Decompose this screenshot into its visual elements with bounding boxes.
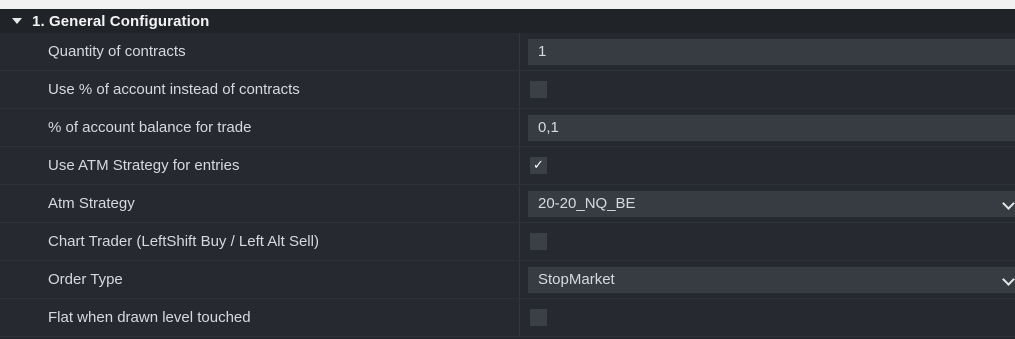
- column-divider: [519, 185, 520, 222]
- column-divider: [519, 147, 520, 184]
- label-percent-of-account-balance: % of account balance for trade: [48, 119, 252, 136]
- property-grid: Quantity of contracts 1 Use % of account…: [0, 33, 1015, 337]
- row-flat-when-level-touched: Flat when drawn level touched: [0, 299, 1015, 337]
- column-divider: [519, 109, 520, 146]
- row-order-type: Order Type StopMarket: [0, 261, 1015, 299]
- atm-strategy-selected-value: 20-20_NQ_BE: [538, 195, 636, 212]
- row-percent-of-account-balance: % of account balance for trade 0,1: [0, 109, 1015, 147]
- column-divider: [519, 261, 520, 298]
- quantity-of-contracts-input[interactable]: 1: [528, 39, 1015, 65]
- checkmark-icon: ✓: [533, 158, 544, 173]
- row-use-percent-of-account: Use % of account instead of contracts: [0, 71, 1015, 109]
- section-title: 1. General Configuration: [32, 12, 210, 30]
- use-atm-strategy-checkbox[interactable]: ✓: [530, 157, 547, 174]
- flat-when-level-touched-checkbox[interactable]: [530, 309, 547, 326]
- row-quantity-of-contracts: Quantity of contracts 1: [0, 33, 1015, 71]
- column-divider: [519, 299, 520, 336]
- label-order-type: Order Type: [48, 271, 123, 288]
- row-use-atm-strategy: Use ATM Strategy for entries ✓: [0, 147, 1015, 185]
- chevron-down-icon[interactable]: [1002, 273, 1015, 286]
- column-divider: [519, 71, 520, 108]
- chevron-down-icon[interactable]: [1002, 197, 1015, 210]
- order-type-select[interactable]: StopMarket: [528, 267, 1015, 293]
- top-strip: [0, 0, 1015, 9]
- label-flat-when-level-touched: Flat when drawn level touched: [48, 309, 251, 326]
- triangle-down-icon[interactable]: [12, 18, 22, 24]
- section-header-general-configuration[interactable]: 1. General Configuration: [0, 9, 1015, 33]
- row-atm-strategy: Atm Strategy 20-20_NQ_BE: [0, 185, 1015, 223]
- label-quantity-of-contracts: Quantity of contracts: [48, 43, 186, 60]
- label-use-percent-of-account: Use % of account instead of contracts: [48, 81, 300, 98]
- order-type-selected-value: StopMarket: [538, 271, 615, 288]
- percent-of-account-balance-input[interactable]: 0,1: [528, 115, 1015, 141]
- label-chart-trader: Chart Trader (LeftShift Buy / Left Alt S…: [48, 233, 319, 250]
- label-use-atm-strategy: Use ATM Strategy for entries: [48, 157, 240, 174]
- column-divider: [519, 33, 520, 70]
- label-atm-strategy: Atm Strategy: [48, 195, 135, 212]
- chart-trader-checkbox[interactable]: [530, 233, 547, 250]
- row-chart-trader: Chart Trader (LeftShift Buy / Left Alt S…: [0, 223, 1015, 261]
- column-divider: [519, 223, 520, 260]
- atm-strategy-select[interactable]: 20-20_NQ_BE: [528, 191, 1015, 217]
- use-percent-of-account-checkbox[interactable]: [530, 81, 547, 98]
